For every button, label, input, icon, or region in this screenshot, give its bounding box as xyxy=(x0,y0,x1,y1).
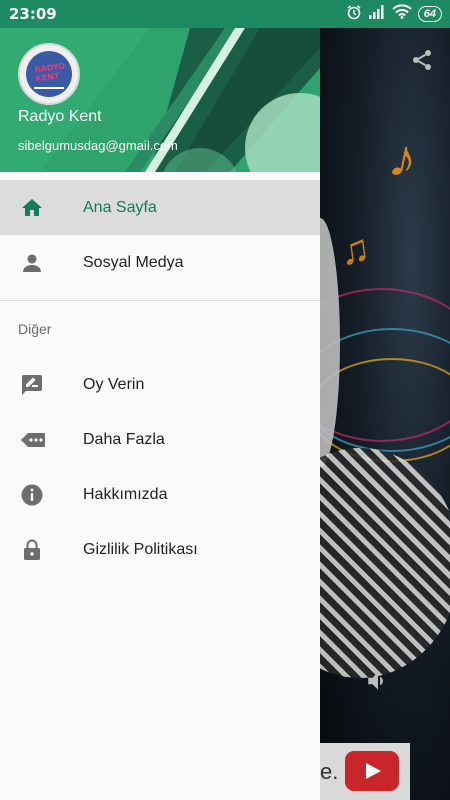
music-note-icon: ♪ xyxy=(384,126,423,192)
background-app-content: ♪ ♫ e. xyxy=(320,28,450,800)
more-icon xyxy=(20,428,45,452)
status-icons: 64 xyxy=(346,4,442,24)
volume-icon[interactable] xyxy=(365,668,391,699)
rate-review-icon xyxy=(20,373,44,397)
status-bar: 23:09 64 xyxy=(0,0,450,28)
menu-item-label: Oy Verin xyxy=(83,375,145,393)
user-name: Radyo Kent xyxy=(18,108,102,125)
menu-item-label: Ana Sayfa xyxy=(83,198,157,216)
menu-item-label: Gizlilik Politikası xyxy=(83,540,198,558)
lock-icon xyxy=(20,538,44,562)
menu-item-daha-fazla[interactable]: Daha Fazla xyxy=(0,412,320,467)
ad-text: e. xyxy=(320,759,339,784)
section-title: Diğer xyxy=(18,321,52,337)
info-icon xyxy=(20,483,44,507)
menu-item-ana-sayfa[interactable]: Ana Sayfa xyxy=(0,180,320,235)
menu-item-hakkimizda[interactable]: Hakkımızda xyxy=(0,467,320,522)
app-logo-avatar: RADYO KENT xyxy=(18,43,80,105)
menu-item-label: Sosyal Medya xyxy=(83,253,184,271)
drawer-header: RADYO KENT Radyo Kent sibelgumusdag@gmai… xyxy=(0,28,320,172)
person-icon xyxy=(20,251,44,275)
status-time: 23:09 xyxy=(9,5,57,23)
youtube-play-button[interactable] xyxy=(345,751,399,791)
menu-item-label: Daha Fazla xyxy=(83,430,165,448)
menu-item-oy-verin[interactable]: Oy Verin xyxy=(0,357,320,412)
menu-item-sosyal-medya[interactable]: Sosyal Medya xyxy=(0,235,320,290)
section-header: Diğer xyxy=(0,301,320,357)
decorative-swirl-3 xyxy=(320,358,450,462)
signal-icon xyxy=(368,4,386,24)
wifi-icon xyxy=(392,4,412,24)
menu-item-label: Hakkımızda xyxy=(83,485,168,503)
ad-banner[interactable]: e. xyxy=(320,743,410,800)
home-icon xyxy=(20,196,44,220)
navigation-drawer: RADYO KENT Radyo Kent sibelgumusdag@gmai… xyxy=(0,28,320,800)
user-email: sibelgumusdag@gmail.com xyxy=(18,138,178,153)
alarm-icon xyxy=(346,4,362,25)
menu-item-gizlilik-politikasi[interactable]: Gizlilik Politikası xyxy=(0,522,320,577)
music-note-icon-small: ♫ xyxy=(337,226,373,274)
battery-indicator: 64 xyxy=(417,6,442,22)
drawer-menu: Ana Sayfa Sosyal Medya Diğer Oy Verin Da… xyxy=(0,180,320,577)
share-icon[interactable] xyxy=(410,48,434,77)
microphone-image xyxy=(320,448,450,678)
